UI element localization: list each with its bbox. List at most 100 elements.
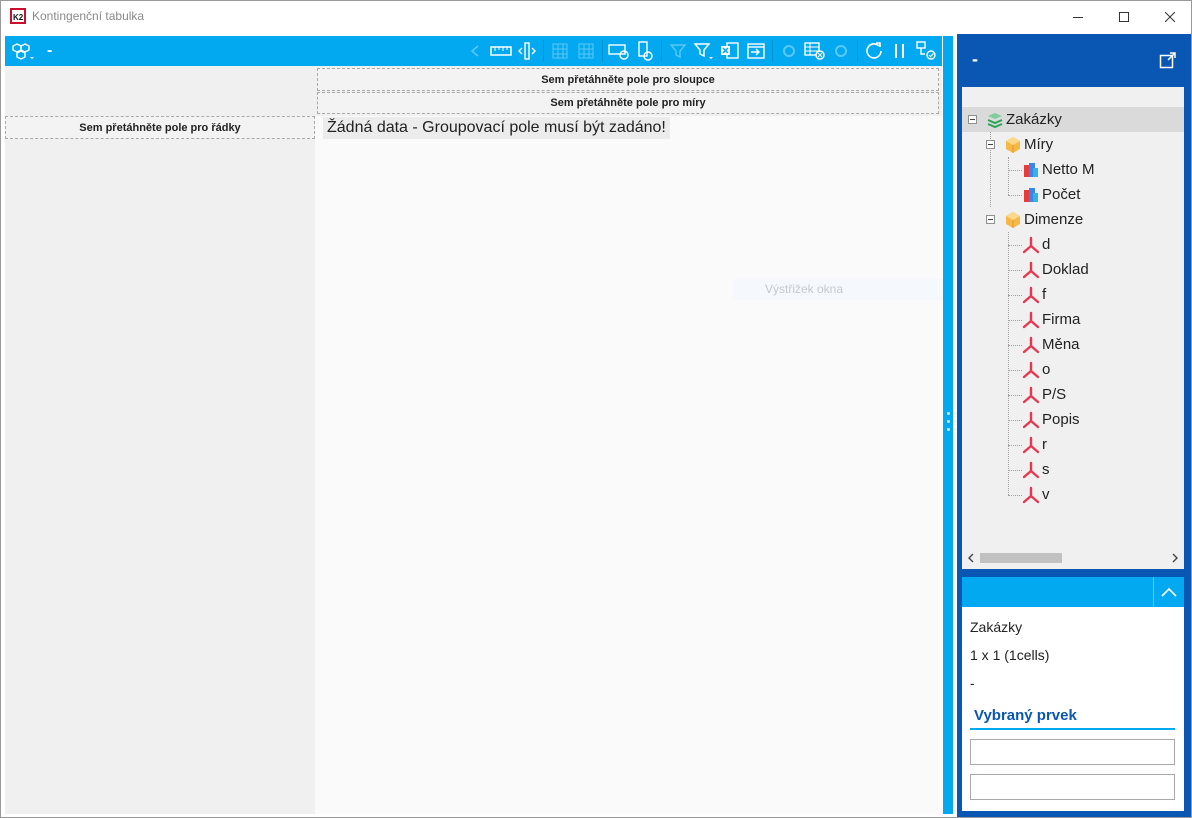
selected-item-field-1[interactable] <box>970 739 1175 765</box>
tree-guide-line <box>1008 195 1022 196</box>
settings-icon <box>835 45 847 57</box>
dimension-icon <box>1022 461 1040 479</box>
window-export-icon <box>747 43 765 59</box>
tree-header <box>962 87 1184 107</box>
window-title: Kontingenční tabulka <box>32 9 145 23</box>
field-tree: Zakázky Míry Netto M Počet Dimenze d Dok… <box>962 107 1184 549</box>
tree-node-dimension-8[interactable]: r <box>1022 432 1047 457</box>
tree-node-dimension-1[interactable]: Doklad <box>1022 257 1089 282</box>
layout-check-icon <box>916 41 936 60</box>
dimension-icon <box>1022 386 1040 404</box>
tree-node-dimension-0[interactable]: d <box>1022 232 1050 257</box>
cube-label: - <box>47 42 53 59</box>
popout-button[interactable] <box>1159 51 1177 74</box>
tree-node-dimension-6[interactable]: P/S <box>1022 382 1066 407</box>
columns-dropzone[interactable]: Sem přetáhněte pole pro sloupce <box>317 68 939 91</box>
info-size: 1 x 1 (1cells) <box>970 647 1050 663</box>
tree-guide-line <box>1008 495 1022 496</box>
tree-node-dimension-5[interactable]: o <box>1022 357 1050 382</box>
filter-dropdown-button[interactable] <box>692 40 716 62</box>
cube-selector[interactable]: - <box>11 41 52 61</box>
filter-button[interactable] <box>666 40 690 62</box>
excel-export-icon <box>721 42 739 59</box>
tree-node-label: Firma <box>1042 311 1081 328</box>
toolbar-icons <box>461 40 938 62</box>
toolbar-separator <box>772 40 773 62</box>
tree-guide-line <box>1008 470 1022 471</box>
disabled-settings-button[interactable] <box>829 40 853 62</box>
close-icon <box>1165 11 1175 22</box>
tree-node-measure-0[interactable]: Netto M <box>1022 157 1095 182</box>
move-left-button[interactable] <box>463 40 487 62</box>
tree-guide-line <box>1008 157 1009 195</box>
tree-node-dimension-4[interactable]: Měna <box>1022 332 1080 357</box>
ruler-button[interactable] <box>489 40 513 62</box>
scroll-right-icon[interactable] <box>1168 551 1182 565</box>
tree-node-label: Měna <box>1042 336 1080 353</box>
tree-horizontal-scrollbar[interactable] <box>962 549 1184 567</box>
settings-button[interactable] <box>777 40 801 62</box>
close-button[interactable] <box>1147 1 1191 32</box>
tree-node-dimensions-group[interactable]: Dimenze <box>1004 207 1083 232</box>
tree-node-measure-1[interactable]: Počet <box>1022 182 1080 207</box>
scroll-left-icon[interactable] <box>964 551 978 565</box>
table-remove-icon <box>804 42 825 60</box>
tree-node-dimension-10[interactable]: v <box>1022 482 1050 507</box>
tree-node-label: Netto M <box>1042 161 1095 178</box>
pivot-area: - Sem přetáhněte pole pro sloupce Sem př… <box>5 36 943 814</box>
layout-check-button[interactable] <box>914 40 938 62</box>
table-sort-button[interactable] <box>633 40 657 62</box>
tree-guide-line <box>1008 445 1022 446</box>
panel-splitter[interactable] <box>943 36 953 814</box>
tree-node-label: Popis <box>1042 411 1080 428</box>
selected-item-field-2[interactable] <box>970 774 1175 800</box>
table-filter-button[interactable] <box>607 40 631 62</box>
info-panel: Zakázky 1 x 1 (1cells) - Vybraný prvek <box>962 607 1184 811</box>
dimension-icon <box>1022 261 1040 279</box>
tree-node-root[interactable]: Zakázky <box>986 107 1062 132</box>
maximize-button[interactable] <box>1101 1 1147 32</box>
measures-dropzone[interactable]: Sem přetáhněte pole pro míry <box>317 92 939 114</box>
tree-node-measures-group[interactable]: Míry <box>1004 132 1053 157</box>
dimension-icon <box>1022 286 1040 304</box>
column-resize-button[interactable] <box>515 40 539 62</box>
window-export-button[interactable] <box>744 40 768 62</box>
filter-dropdown-icon <box>693 43 713 59</box>
table-remove-button[interactable] <box>803 40 827 62</box>
tree-guide-line <box>1008 270 1022 271</box>
tree-node-dimension-9[interactable]: s <box>1022 457 1050 482</box>
tree-node-label: Doklad <box>1042 261 1089 278</box>
selected-item-title: Vybraný prvek <box>974 707 1077 724</box>
scrollbar-thumb[interactable] <box>980 553 1062 563</box>
no-data-message: Žádná data - Groupovací pole musí být za… <box>323 117 670 139</box>
grid-button-1[interactable] <box>548 40 572 62</box>
tree-node-label: r <box>1042 436 1047 453</box>
info-header <box>962 577 1184 607</box>
collapse-info-button[interactable] <box>1153 577 1184 607</box>
tree-toggle-root[interactable] <box>968 115 977 124</box>
excel-export-button[interactable] <box>718 40 742 62</box>
app-window: K2 Kontingenční tabulka - Sem přetáhněte… <box>0 0 1192 818</box>
rows-dropzone[interactable]: Sem přetáhněte pole pro řádky <box>5 116 315 139</box>
tree-node-label: Míry <box>1024 136 1054 153</box>
database-icon <box>986 111 1004 129</box>
popout-icon <box>1159 52 1176 69</box>
dimension-icon <box>1022 236 1040 254</box>
title-bar: K2 Kontingenční tabulka <box>1 1 1191 32</box>
toolbar-separator <box>602 40 603 62</box>
minimize-button[interactable] <box>1055 1 1101 32</box>
table-sort-icon <box>638 41 653 61</box>
tree-node-dimension-2[interactable]: f <box>1022 282 1046 307</box>
tree-node-dimension-7[interactable]: Popis <box>1022 407 1080 432</box>
dimension-icon <box>1022 336 1040 354</box>
tree-toggle-dimensions[interactable] <box>986 215 995 224</box>
tree-node-dimension-3[interactable]: Firma <box>1022 307 1080 332</box>
pause-button[interactable] <box>888 40 912 62</box>
field-list-panel: - Zakázky Míry Netto M Počet Dimenze d D… <box>957 34 1191 817</box>
grid-button-2[interactable] <box>574 40 598 62</box>
refresh-icon <box>866 42 882 59</box>
refresh-button[interactable] <box>862 40 886 62</box>
column-resize-icon <box>518 42 536 60</box>
tree-toggle-measures[interactable] <box>986 140 995 149</box>
table-filter-icon <box>608 44 629 60</box>
